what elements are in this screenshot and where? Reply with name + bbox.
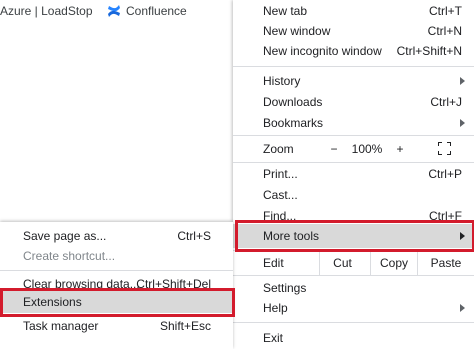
- menu-divider: [233, 66, 474, 67]
- chrome-main-menu: New tab Ctrl+T New window Ctrl+N New inc…: [233, 0, 474, 349]
- menu-item-new-window[interactable]: New window Ctrl+N: [233, 20, 474, 42]
- menu-item-cast[interactable]: Cast...: [233, 184, 474, 206]
- bookmarks-bar: Azure | LoadStop Confluence: [0, 0, 232, 22]
- chevron-right-icon: [460, 232, 465, 240]
- menu-label: Zoom: [263, 142, 294, 156]
- menu-label: Exit: [263, 331, 284, 345]
- menu-label: Downloads: [263, 95, 323, 109]
- confluence-icon: [108, 5, 120, 17]
- zoom-in-button[interactable]: +: [387, 138, 413, 160]
- bookmark-label: Confluence: [126, 4, 187, 18]
- submenu-item-create-shortcut: Create shortcut...: [0, 245, 233, 267]
- menu-item-zoom: Zoom − 100% +: [233, 138, 474, 160]
- menu-item-exit[interactable]: Exit: [233, 327, 474, 349]
- menu-shortcut: Ctrl+T: [429, 4, 462, 18]
- menu-label: New incognito window: [263, 44, 382, 58]
- menu-shortcut: Ctrl+J: [430, 95, 462, 109]
- submenu-label: Extensions: [23, 295, 82, 309]
- zoom-out-button[interactable]: −: [321, 138, 347, 160]
- menu-label: Cast...: [263, 188, 298, 202]
- menu-label: Find...: [263, 209, 297, 223]
- menu-item-bookmarks[interactable]: Bookmarks: [233, 112, 474, 134]
- menu-divider: [233, 275, 474, 276]
- bookmark-azure-loadstop[interactable]: Azure | LoadStop: [0, 4, 93, 18]
- menu-shortcut: Ctrl+P: [428, 167, 462, 181]
- menu-item-edit: Edit Cut Copy Paste: [233, 251, 474, 275]
- submenu-shortcut: Ctrl+S: [177, 229, 211, 243]
- submenu-shortcut: Shift+Esc: [159, 319, 211, 333]
- submenu-shortcut: Ctrl+Shift+Del: [136, 277, 211, 291]
- menu-label: Settings: [263, 281, 307, 295]
- chevron-right-icon: [460, 304, 465, 312]
- menu-shortcut: Ctrl+N: [427, 24, 462, 38]
- bookmark-label: Azure | LoadStop: [0, 4, 93, 18]
- menu-label: New window: [263, 24, 331, 38]
- chevron-right-icon: [460, 119, 465, 127]
- menu-label: New tab: [263, 4, 308, 18]
- menu-item-history[interactable]: History: [233, 70, 474, 92]
- zoom-level: 100%: [351, 142, 383, 156]
- menu-item-new-tab[interactable]: New tab Ctrl+T: [233, 0, 474, 22]
- cut-button[interactable]: Cut: [319, 251, 365, 275]
- bookmark-confluence[interactable]: Confluence: [107, 4, 187, 18]
- submenu-item-save-page-as[interactable]: Save page as... Ctrl+S: [0, 225, 233, 247]
- menu-divider: [233, 322, 474, 323]
- submenu-label: Create shortcut...: [23, 249, 116, 263]
- submenu-label: Save page as...: [23, 229, 107, 243]
- menu-item-downloads[interactable]: Downloads Ctrl+J: [233, 91, 474, 113]
- paste-button[interactable]: Paste: [417, 251, 474, 275]
- menu-item-more-tools[interactable]: More tools: [233, 224, 474, 248]
- menu-label: Edit: [263, 256, 284, 270]
- submenu-item-clear-browsing-data[interactable]: Clear browsing data... Ctrl+Shift+Del: [0, 277, 233, 291]
- menu-shortcut: Ctrl+Shift+N: [396, 44, 462, 58]
- submenu-label: Task manager: [23, 319, 99, 333]
- menu-item-settings[interactable]: Settings: [233, 277, 474, 299]
- submenu-item-task-manager[interactable]: Task manager Shift+Esc: [0, 315, 233, 337]
- menu-item-print[interactable]: Print... Ctrl+P: [233, 163, 474, 185]
- menu-label: History: [263, 74, 301, 88]
- fullscreen-icon[interactable]: [438, 142, 451, 155]
- menu-divider: [233, 135, 474, 136]
- menu-label: Bookmarks: [263, 116, 324, 130]
- submenu-label: Clear browsing data...: [23, 277, 140, 291]
- menu-item-new-incognito-window[interactable]: New incognito window Ctrl+Shift+N: [233, 40, 474, 62]
- submenu-divider: [0, 270, 233, 271]
- more-tools-submenu: Save page as... Ctrl+S Create shortcut..…: [0, 222, 233, 349]
- menu-label: Print...: [263, 167, 298, 181]
- menu-label: Help: [263, 301, 288, 315]
- menu-label: More tools: [263, 229, 320, 243]
- copy-button[interactable]: Copy: [370, 251, 417, 275]
- menu-shortcut: Ctrl+F: [429, 209, 462, 223]
- menu-item-help[interactable]: Help: [233, 297, 474, 319]
- chevron-right-icon: [460, 77, 465, 85]
- submenu-item-extensions[interactable]: Extensions: [0, 291, 233, 313]
